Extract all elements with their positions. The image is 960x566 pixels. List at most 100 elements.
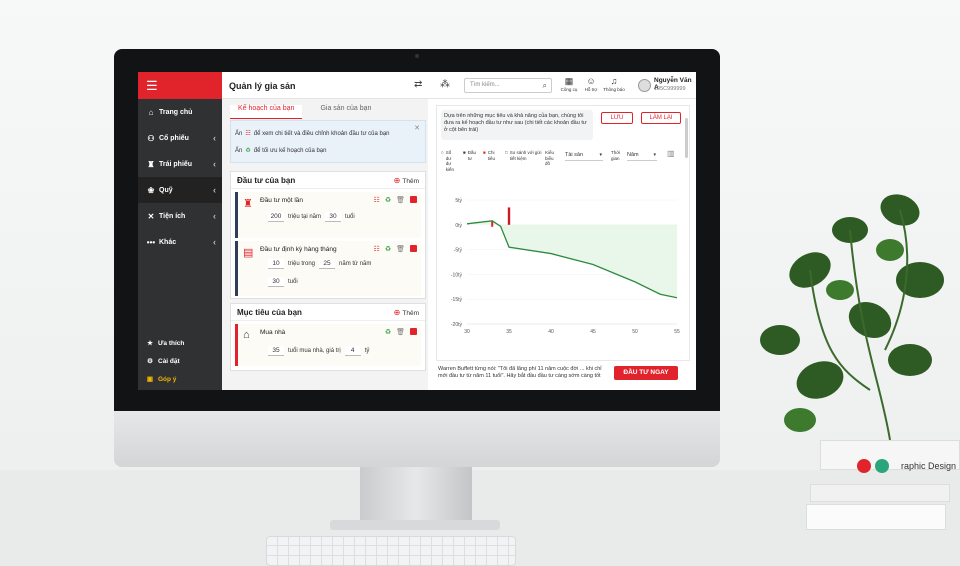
chevron-down-icon: ▾: [653, 152, 656, 158]
x-tick-label: 45: [590, 329, 596, 335]
trash-icon[interactable]: 🗑: [396, 245, 405, 253]
trash-icon[interactable]: 🗑: [396, 196, 405, 204]
radio-icon: ○: [441, 150, 444, 155]
goal-values: 35 tuổi mua nhà, giá trị 4 tỷ: [268, 346, 369, 356]
money-bag-icon: ♜: [243, 198, 253, 210]
trash-icon[interactable]: 🗑: [396, 328, 405, 336]
lump-age-field[interactable]: 30: [325, 212, 342, 222]
checkbox[interactable]: [410, 328, 417, 335]
optimize-icon[interactable]: ♻: [385, 328, 391, 336]
camera-dot: [415, 54, 419, 58]
chevron-left-icon: ‹: [213, 159, 216, 169]
plus-icon: ⊕: [393, 308, 401, 317]
reset-button[interactable]: LÀM LẠI: [641, 112, 681, 124]
tab-plan[interactable]: Kế hoạch của bạn: [230, 105, 303, 119]
legend-balance[interactable]: ○ Số dư dự kiến: [441, 150, 457, 172]
save-button[interactable]: LƯU: [601, 112, 633, 124]
time-select[interactable]: Năm ▾: [627, 152, 657, 161]
tools-icon: ▦: [564, 76, 574, 86]
bell-icon: ♫: [610, 76, 618, 86]
bond-icon: ♜: [147, 159, 155, 169]
home-icon: ⌂: [148, 107, 154, 117]
cta-footer: Warren Buffett từng nói: "Tôi đã lãng ph…: [436, 364, 690, 386]
notice-text: để xem chi tiết và điều chỉnh khoản đầu …: [253, 130, 390, 137]
sidebar-item-stocks[interactable]: ⚇ Cổ phiếu ‹: [138, 125, 222, 151]
x-tick-label: 55: [674, 329, 680, 335]
legend-invest[interactable]: ■ Đầu tư: [463, 150, 479, 161]
investment-periodic[interactable]: ▤ Đầu tư định kỳ hàng tháng ☷ ♻ 🗑 10 tri…: [235, 241, 421, 296]
legend-compare[interactable]: □ So sánh với gửi tiết kiệm: [505, 150, 545, 161]
optimize-icon[interactable]: ♻: [385, 196, 391, 204]
hamburger-icon[interactable]: ☰: [146, 78, 158, 94]
sidebar-favorites[interactable]: ★ Ưa thích: [138, 334, 222, 352]
sidebar: ☰ ⌂ Trang chủ ⚇ Cổ phiếu ‹ ♜ Trái phiếu …: [138, 72, 222, 390]
goal-value-field[interactable]: 4: [344, 346, 361, 356]
search-icon[interactable]: ⌕: [543, 81, 547, 91]
sidebar-item-label: Khác: [159, 238, 177, 246]
sliders-icon[interactable]: ☷: [374, 196, 380, 204]
goal-age-field[interactable]: 35: [268, 346, 284, 356]
nav-tools[interactable]: ▦ Công cụ: [558, 76, 580, 92]
checkbox[interactable]: [410, 196, 417, 203]
sidebar-item-label: Cổ phiếu: [159, 134, 189, 142]
periodic-years-field[interactable]: 25: [319, 259, 336, 269]
optimize-icon: ♻: [245, 148, 251, 154]
monitor-base: [330, 520, 500, 530]
legend-spend[interactable]: ■ Chi tiêu: [483, 150, 501, 161]
periodic-age-field[interactable]: 30: [268, 277, 284, 287]
calendar-icon: ▤: [243, 247, 254, 259]
checkbox[interactable]: [410, 245, 417, 252]
sitemap-icon[interactable]: ⁂: [440, 79, 450, 90]
transfer-icon[interactable]: ⇄: [414, 79, 422, 90]
sidebar-item-bonds[interactable]: ♜ Trái phiếu ‹: [138, 151, 222, 177]
optimize-icon[interactable]: ♻: [385, 245, 391, 253]
chart-type-select[interactable]: Tài sản ▾: [565, 152, 603, 161]
periodic-amount-field[interactable]: 10: [268, 259, 284, 269]
topbar: Quản lý gia sản ⇄ ⁂ Tìm kiếm... ⌕ ▦ Công…: [222, 72, 696, 99]
lump-amount-field[interactable]: 200: [268, 212, 284, 222]
sidebar-item-label: Quỹ: [159, 186, 173, 194]
scrollbar[interactable]: [685, 118, 688, 158]
investment-lump-sum[interactable]: ♜ Đầu tư một lần ☷ ♻ 🗑 200 triệu tại năm…: [235, 192, 421, 238]
add-goal-button[interactable]: ⊕ Thêm: [394, 308, 419, 317]
menu-toggle[interactable]: ☰: [138, 72, 222, 99]
close-icon[interactable]: ✕: [414, 124, 420, 132]
support-icon: ☺: [586, 76, 596, 86]
lump-values: 200 triệu tại năm 30 tuổi: [268, 212, 355, 222]
sidebar-item-fund[interactable]: ❀ Quỹ ‹: [138, 177, 222, 203]
search-input[interactable]: Tìm kiếm... ⌕: [464, 78, 552, 93]
sliders-icon: ☷: [245, 131, 251, 137]
investments-title: Đầu tư của bạn: [237, 175, 296, 185]
star-icon: ★: [147, 340, 153, 347]
search-placeholder: Tìm kiếm...: [470, 82, 500, 88]
sidebar-settings[interactable]: ⚙ Cài đặt: [138, 352, 222, 370]
invest-now-button[interactable]: ĐẦU TƯ NGAY: [614, 366, 678, 380]
tab-bar: Kế hoạch của bạn Gia sản của bạn: [230, 105, 379, 119]
monitor-chin: [114, 411, 720, 467]
goal-text: tuổi mua nhà, giá trị: [288, 348, 341, 354]
periodic-values: 10 triệu trong 25 năm từ năm: [268, 259, 371, 269]
chart-icon[interactable]: ▥: [667, 150, 675, 157]
chevron-down-icon: ▾: [599, 152, 602, 158]
investment-name: Đầu tư một lần: [260, 197, 304, 204]
periodic-years-text: năm từ năm: [339, 261, 372, 267]
goal-house[interactable]: ⌂ Mua nhà ♻ 🗑 35 tuổi mua nhà, giá trị 4…: [235, 324, 421, 366]
nav-notifications[interactable]: ♫ Thông báo: [603, 76, 625, 92]
sidebar-item-other[interactable]: ••• Khác ‹: [138, 229, 222, 255]
feedback-icon: ▣: [146, 376, 154, 383]
sidebar-feedback[interactable]: ▣ Góp ý: [138, 370, 222, 388]
notice-row: Ấn ♻ để tối ưu kế hoạch của bạn: [235, 142, 421, 159]
nav-support[interactable]: ☺ Hỗ trợ: [580, 76, 602, 92]
tab-assets[interactable]: Gia sản của bạn: [312, 105, 379, 119]
periodic-unit-text: triệu trong: [288, 261, 316, 267]
goals-title: Mục tiêu của bạn: [237, 307, 302, 317]
sidebar-item-home[interactable]: ⌂ Trang chủ: [138, 99, 222, 125]
x-tick-label: 40: [548, 329, 554, 335]
avatar[interactable]: [638, 79, 651, 92]
add-investment-button[interactable]: ⊕ Thêm: [394, 176, 419, 185]
legend-label: Thời gian: [611, 150, 621, 161]
sliders-icon[interactable]: ☷: [374, 245, 380, 253]
chart-controls: ○ Số dư dự kiến ■ Đầu tư ■ Chi tiêu □ So sán…: [441, 148, 691, 174]
house-icon: ⌂: [243, 329, 250, 341]
sidebar-item-utilities[interactable]: ✕ Tiện ích ‹: [138, 203, 222, 229]
